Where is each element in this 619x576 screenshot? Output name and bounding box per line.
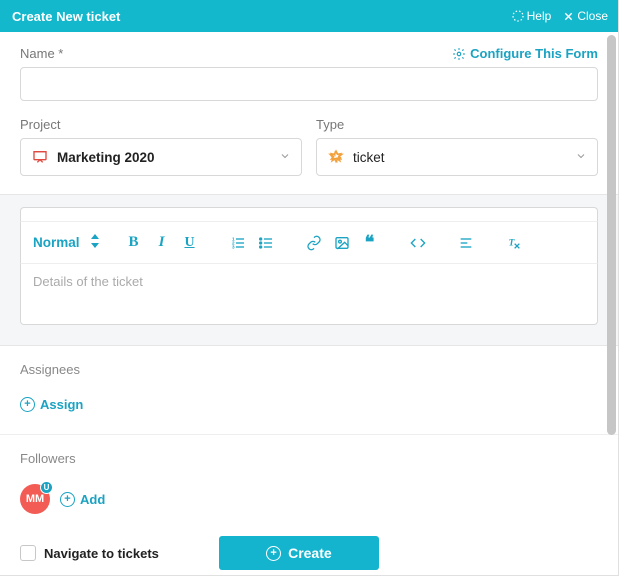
followers-section: Followers MM U + Add xyxy=(0,435,618,522)
create-ticket-modal: Create New ticket Help Close Name * Conf… xyxy=(0,0,619,576)
editor-toolbar: Normal B I U 123 xyxy=(20,221,598,263)
underline-button[interactable]: U xyxy=(176,229,204,257)
ordered-list-button[interactable]: 123 xyxy=(224,229,252,257)
svg-text:3: 3 xyxy=(232,244,235,249)
italic-button[interactable]: I xyxy=(148,229,176,257)
blockquote-button[interactable]: ❝ xyxy=(356,229,384,257)
editor-tab-strip xyxy=(20,207,598,221)
name-label: Name * xyxy=(20,46,63,61)
description-placeholder: Details of the ticket xyxy=(33,274,143,289)
modal-header: Create New ticket Help Close xyxy=(0,0,618,32)
plus-circle-icon: + xyxy=(20,397,35,412)
create-button[interactable]: + Create xyxy=(219,536,379,570)
assign-button[interactable]: + Assign xyxy=(20,397,83,412)
svg-text:T: T xyxy=(508,238,514,248)
format-select[interactable]: Normal xyxy=(33,234,106,251)
project-select[interactable]: Marketing 2020 xyxy=(20,138,302,176)
assignees-label: Assignees xyxy=(20,362,598,377)
close-label: Close xyxy=(577,9,608,23)
scrollbar-thumb[interactable] xyxy=(607,35,616,435)
code-button[interactable] xyxy=(404,229,432,257)
presentation-icon xyxy=(31,149,49,165)
clear-format-button[interactable]: T xyxy=(500,229,528,257)
link-button[interactable] xyxy=(300,229,328,257)
project-value: Marketing 2020 xyxy=(57,150,279,165)
modal-body: Name * Configure This Form Project xyxy=(0,32,618,575)
help-button[interactable]: Help xyxy=(512,9,552,23)
follower-avatar[interactable]: MM U xyxy=(20,484,50,514)
configure-form-label: Configure This Form xyxy=(470,46,598,61)
description-editor: Normal B I U 123 xyxy=(0,194,618,346)
navigate-checkbox[interactable] xyxy=(20,545,36,561)
project-label: Project xyxy=(20,117,302,132)
add-follower-label: Add xyxy=(80,492,105,507)
bold-button[interactable]: B xyxy=(120,229,148,257)
avatar-initials: MM xyxy=(26,493,44,505)
navigate-label: Navigate to tickets xyxy=(44,546,159,561)
sort-icon xyxy=(90,234,100,251)
align-button[interactable] xyxy=(452,229,480,257)
type-label: Type xyxy=(316,117,598,132)
name-input[interactable] xyxy=(20,67,598,101)
description-textarea[interactable]: Details of the ticket xyxy=(20,263,598,325)
name-section: Name * Configure This Form Project xyxy=(0,32,618,194)
create-label: Create xyxy=(288,545,332,561)
gear-icon xyxy=(452,47,466,61)
close-button[interactable]: Close xyxy=(563,9,608,23)
plus-circle-icon: + xyxy=(60,492,75,507)
image-button[interactable] xyxy=(328,229,356,257)
chevron-down-icon xyxy=(575,150,587,165)
followers-label: Followers xyxy=(20,451,598,466)
avatar-badge: U xyxy=(40,481,53,494)
configure-form-link[interactable]: Configure This Form xyxy=(452,46,598,61)
help-label: Help xyxy=(527,9,552,23)
help-icon xyxy=(512,10,524,22)
modal-title: Create New ticket xyxy=(12,9,500,24)
type-select[interactable]: ticket xyxy=(316,138,598,176)
unordered-list-button[interactable] xyxy=(252,229,280,257)
add-follower-button[interactable]: + Add xyxy=(60,492,105,507)
ticket-type-icon xyxy=(327,149,345,165)
assign-label: Assign xyxy=(40,397,83,412)
modal-footer: Navigate to tickets + Create xyxy=(0,522,618,575)
navigate-checkbox-row[interactable]: Navigate to tickets xyxy=(20,545,159,561)
type-value: ticket xyxy=(353,150,575,165)
chevron-down-icon xyxy=(279,150,291,165)
plus-circle-icon: + xyxy=(266,546,281,561)
format-label: Normal xyxy=(33,235,80,250)
assignees-section: Assignees + Assign xyxy=(0,346,618,435)
scrollbar[interactable] xyxy=(606,32,616,573)
close-icon xyxy=(563,11,574,22)
